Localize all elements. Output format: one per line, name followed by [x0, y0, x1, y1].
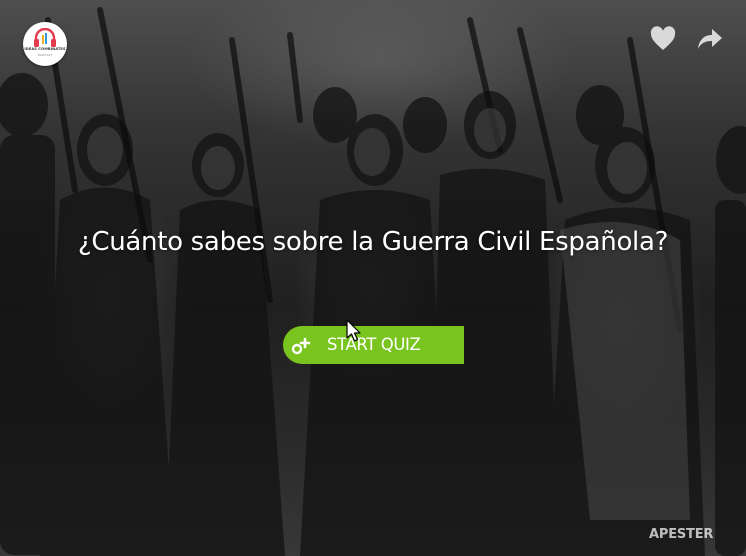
- quiz-cover: IDEAS COMBINATES PODCAST ¿Cuánto sabes s…: [0, 0, 746, 556]
- start-quiz-label: START QUIZ: [327, 335, 421, 354]
- dark-overlay: [0, 0, 746, 556]
- mouse-cursor-icon: [346, 319, 361, 342]
- gamepad-icon: [291, 337, 311, 355]
- share-icon: [698, 29, 722, 49]
- publisher-logo[interactable]: IDEAS COMBINATES PODCAST: [23, 22, 67, 66]
- quiz-title: ¿Cuánto sabes sobre la Guerra Civil Espa…: [77, 227, 669, 257]
- logo-subtext: PODCAST: [37, 53, 53, 57]
- apester-brand-logo[interactable]: APESTER: [649, 527, 713, 542]
- share-button[interactable]: [696, 26, 724, 52]
- like-button[interactable]: [649, 26, 677, 52]
- start-quiz-button[interactable]: START QUIZ: [283, 326, 464, 364]
- heart-icon: [650, 26, 676, 50]
- headphones-icon: [34, 28, 56, 47]
- logo-text: IDEAS COMBINATES: [24, 47, 66, 51]
